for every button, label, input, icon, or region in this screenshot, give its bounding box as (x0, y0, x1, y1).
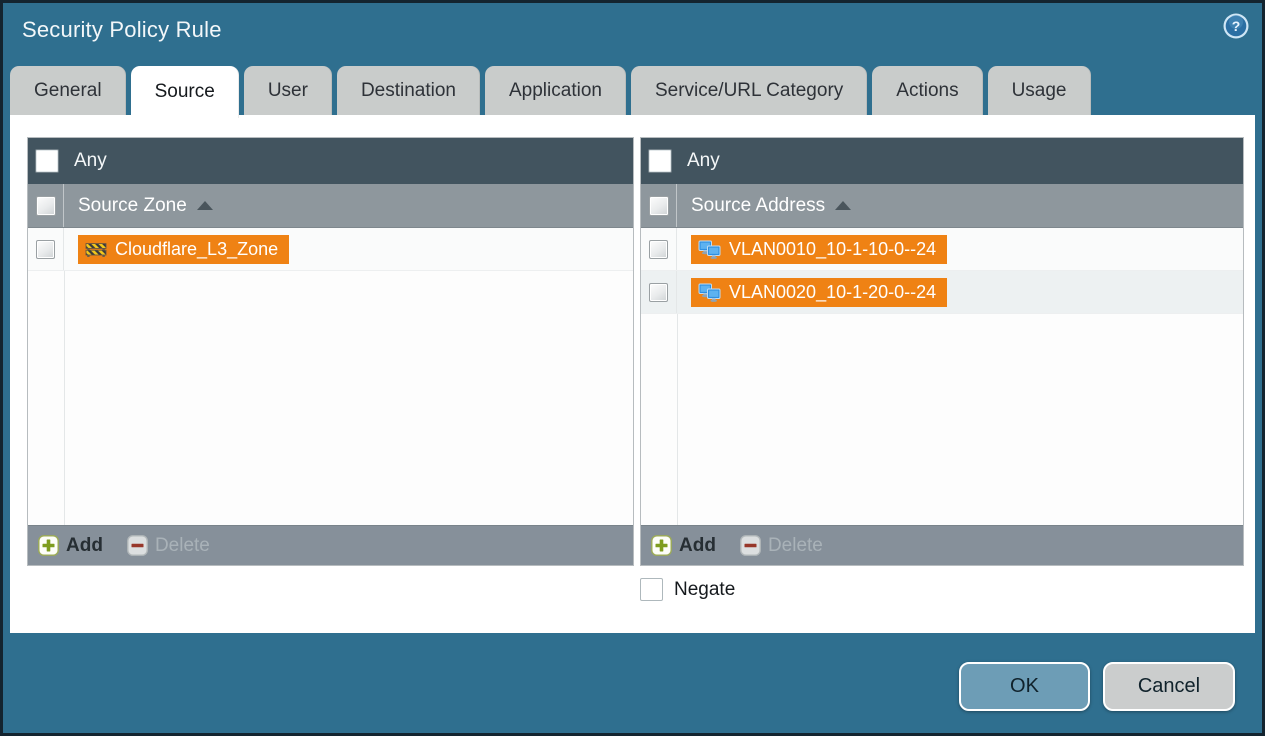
row-checkbox[interactable] (36, 239, 55, 259)
column-separator (64, 228, 65, 525)
table-row[interactable]: Cloudflare_L3_Zone (28, 228, 633, 271)
add-label: Add (679, 534, 716, 556)
tab-actions[interactable]: Actions (872, 66, 983, 115)
delete-label: Delete (154, 534, 210, 556)
source-zone-column-header: Source Zone (28, 184, 633, 228)
add-label: Add (66, 534, 103, 556)
svg-text:?: ? (1232, 18, 1241, 34)
tab-service-url-category[interactable]: Service/URL Category (630, 66, 868, 115)
source-tab-content: Any Source Zone Cloudflare_L3_Zone Add D… (10, 115, 1255, 633)
source-address-panel: Any Source Address VLAN0010_10-1-10-0--2… (640, 137, 1244, 566)
row-checkbox-cell (641, 228, 677, 270)
tab-general[interactable]: General (10, 66, 126, 115)
table-row[interactable]: VLAN0010_10-1-10-0--24 (641, 228, 1243, 271)
add-button[interactable]: Add (38, 535, 103, 557)
add-button[interactable]: Add (651, 535, 716, 557)
address-name: VLAN0020_10-1-20-0--24 (729, 281, 937, 302)
source-zone-panel: Any Source Zone Cloudflare_L3_Zone Add D… (27, 137, 634, 566)
delete-button[interactable]: Delete (740, 535, 823, 557)
zone-icon (85, 242, 107, 257)
source-address-any-header: Any (641, 138, 1243, 184)
address-tag[interactable]: VLAN0020_10-1-20-0--24 (691, 277, 948, 307)
security-policy-rule-dialog: Security Policy Rule ? General Source Us… (0, 0, 1265, 736)
table-row[interactable]: VLAN0020_10-1-20-0--24 (641, 271, 1243, 314)
tab-label: Usage (1011, 79, 1067, 101)
tab-label: General (34, 79, 102, 101)
screen: Security Policy Rule ? General Source Us… (0, 0, 1265, 736)
delete-icon (127, 535, 148, 556)
source-address-any-checkbox[interactable] (649, 150, 671, 172)
address-icon (698, 240, 721, 259)
source-address-footer: Add Delete (641, 525, 1243, 565)
add-icon (38, 535, 59, 556)
tab-label: Actions (896, 79, 959, 101)
cancel-label: Cancel (1137, 675, 1201, 697)
source-zone-list: Cloudflare_L3_Zone (28, 228, 633, 525)
tab-application[interactable]: Application (485, 66, 626, 115)
ok-label: OK (1010, 675, 1039, 697)
zone-name: Cloudflare_L3_Zone (115, 238, 279, 259)
address-name: VLAN0010_10-1-10-0--24 (729, 238, 937, 259)
sort-ascending-icon (835, 201, 852, 210)
negate-label: Negate (674, 578, 736, 600)
select-all-cell (28, 184, 64, 227)
tab-source[interactable]: Source (130, 66, 239, 118)
tab-label: Service/URL Category (654, 79, 844, 101)
address-tag[interactable]: VLAN0010_10-1-10-0--24 (691, 234, 948, 264)
source-zone-any-checkbox[interactable] (36, 150, 58, 172)
negate-row: Negate (640, 578, 735, 601)
delete-icon (740, 535, 761, 556)
source-address-any-label: Any (687, 150, 720, 171)
source-address-list: VLAN0010_10-1-10-0--24 VLAN0020_10-1-20-… (641, 228, 1243, 525)
row-checkbox-cell (641, 271, 677, 313)
row-checkbox[interactable] (649, 282, 668, 302)
zone-tag[interactable]: Cloudflare_L3_Zone (78, 234, 290, 264)
source-zone-any-header: Any (28, 138, 633, 184)
column-header-label: Source Address (691, 194, 826, 216)
ok-button[interactable]: OK (959, 662, 1090, 711)
source-zone-any-label: Any (74, 150, 107, 171)
add-icon (651, 535, 672, 556)
column-header-label: Source Zone (78, 194, 187, 216)
dialog-title: Security Policy Rule (22, 17, 222, 42)
tab-usage[interactable]: Usage (987, 66, 1091, 115)
tab-label: Destination (360, 79, 456, 101)
dialog-titlebar: Security Policy Rule ? (3, 3, 1262, 66)
delete-label: Delete (767, 534, 823, 556)
tab-bar: General Source User Destination Applicat… (10, 66, 1091, 118)
source-address-column-header: Source Address (641, 184, 1243, 228)
select-all-cell (641, 184, 677, 227)
row-checkbox[interactable] (649, 239, 668, 259)
source-zone-column-title[interactable]: Source Zone (78, 195, 213, 217)
source-address-column-title[interactable]: Source Address (691, 194, 852, 217)
tab-destination[interactable]: Destination (336, 66, 480, 115)
source-address-select-all-checkbox[interactable] (648, 195, 669, 216)
help-icon[interactable]: ? (1222, 12, 1250, 40)
source-zone-select-all-checkbox[interactable] (35, 195, 56, 216)
address-icon (698, 283, 721, 302)
tab-label: Application (509, 79, 602, 101)
cancel-button[interactable]: Cancel (1103, 662, 1235, 711)
tab-user[interactable]: User (243, 66, 332, 115)
row-checkbox-cell (28, 228, 64, 270)
sort-ascending-icon (196, 201, 213, 210)
delete-button[interactable]: Delete (127, 535, 210, 557)
negate-checkbox[interactable] (640, 578, 663, 601)
tab-label: Source (154, 81, 215, 102)
tab-label: User (267, 79, 308, 101)
source-zone-footer: Add Delete (28, 525, 633, 565)
